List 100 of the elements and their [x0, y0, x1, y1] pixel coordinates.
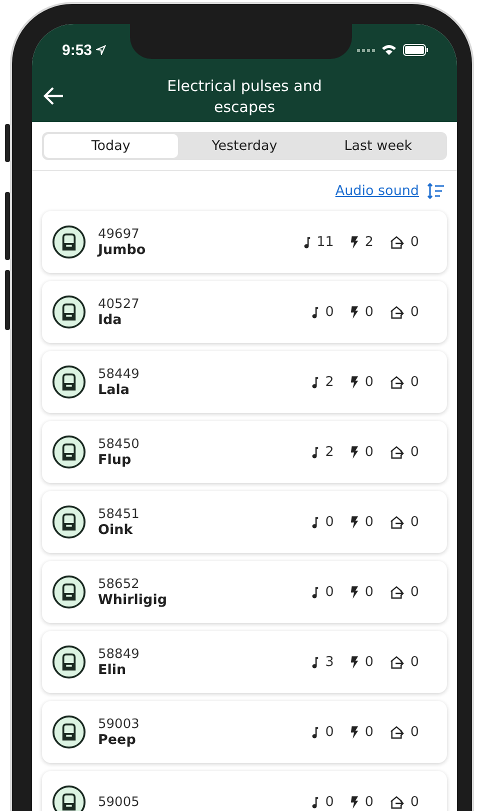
- escape-count: 0: [410, 724, 419, 740]
- pulse-count: 0: [364, 444, 374, 460]
- signal-icon: [357, 48, 375, 52]
- escape-count: 0: [410, 304, 419, 320]
- music-note-icon: [310, 446, 320, 458]
- music-note-icon: [310, 376, 320, 388]
- music-note-icon: [310, 726, 320, 738]
- sort-link[interactable]: Audio sound: [335, 183, 419, 199]
- lightning-bolt-icon: [350, 306, 359, 318]
- escape-count: 0: [410, 514, 419, 530]
- animal-card[interactable]: 58849 Elin 3 0 0: [42, 631, 447, 693]
- animal-name: Flup: [98, 452, 132, 468]
- collar-icon: [52, 785, 86, 811]
- house-arrow-icon: [389, 796, 404, 808]
- escape-count: 0: [410, 374, 419, 390]
- pulse-count: 0: [364, 654, 374, 670]
- house-arrow-icon: [389, 516, 404, 528]
- sound-count: 3: [325, 654, 334, 670]
- house-arrow-icon: [389, 726, 404, 738]
- animal-card[interactable]: 58450 Flup 2 0 0: [42, 421, 447, 483]
- house-arrow-icon: [389, 446, 404, 458]
- animal-card[interactable]: 59003 Peep 0 0 0: [42, 701, 447, 763]
- music-note-icon: [310, 306, 320, 318]
- animal-id: 58849: [98, 646, 140, 662]
- animal-name: Peep: [98, 732, 137, 748]
- sound-count: 0: [325, 724, 334, 740]
- collar-icon: [52, 715, 86, 749]
- animal-card[interactable]: 58652 Whirligig 0 0 0: [42, 561, 447, 623]
- animal-id: 58449: [98, 366, 140, 382]
- pulse-count: 0: [364, 304, 374, 320]
- house-arrow-icon: [389, 656, 404, 668]
- animal-name: Jumbo: [98, 242, 146, 258]
- collar-icon: [52, 295, 86, 329]
- animal-id: 58451: [98, 506, 140, 522]
- period-tab[interactable]: Last week: [311, 134, 446, 158]
- lightning-bolt-icon: [350, 446, 359, 458]
- sound-count: 2: [325, 374, 334, 390]
- location-arrow-icon: [96, 45, 106, 55]
- animal-id: 58652: [98, 576, 140, 592]
- animal-card[interactable]: 49697 Jumbo 11 2 0: [42, 211, 447, 273]
- music-note-icon: [310, 656, 320, 668]
- pulse-count: 0: [364, 514, 374, 530]
- animal-name: Ida: [98, 312, 123, 328]
- music-note-icon: [310, 586, 320, 598]
- collar-icon: [52, 505, 86, 539]
- collar-icon: [52, 435, 86, 469]
- animal-name: Elin: [98, 662, 128, 678]
- animal-name: Whirligig: [98, 592, 167, 608]
- pulse-count: 2: [364, 234, 374, 250]
- lightning-bolt-icon: [350, 236, 359, 248]
- house-arrow-icon: [389, 586, 404, 598]
- page-title: Electrical pulses and escapes: [166, 76, 323, 118]
- lightning-bolt-icon: [350, 516, 359, 528]
- animal-card[interactable]: 40527 Ida 0 0 0: [42, 281, 447, 343]
- wifi-icon: [381, 44, 397, 56]
- house-arrow-icon: [389, 306, 404, 318]
- sound-count: 0: [325, 304, 334, 320]
- animal-card[interactable]: 58449 Lala 2 0 0: [42, 351, 447, 413]
- lightning-bolt-icon: [350, 796, 359, 808]
- escape-count: 0: [410, 794, 419, 810]
- animal-id: 49697: [98, 226, 140, 242]
- animal-card[interactable]: 59005 0 0 0: [42, 771, 447, 811]
- battery-icon: [403, 44, 429, 56]
- sound-count: 0: [325, 584, 334, 600]
- music-note-icon: [310, 796, 320, 808]
- lightning-bolt-icon: [350, 726, 359, 738]
- lightning-bolt-icon: [350, 376, 359, 388]
- sound-count: 0: [325, 514, 334, 530]
- animal-id: 59003: [98, 716, 140, 732]
- lightning-bolt-icon: [350, 656, 359, 668]
- animal-id: 59005: [98, 794, 140, 810]
- sort-icon[interactable]: [427, 183, 445, 199]
- sound-count: 0: [325, 794, 334, 810]
- collar-icon: [52, 645, 86, 679]
- music-note-icon: [302, 236, 311, 248]
- pulse-count: 0: [364, 724, 374, 740]
- sound-count: 2: [325, 444, 334, 460]
- collar-icon: [52, 365, 86, 399]
- sound-count: 11: [316, 234, 334, 250]
- animal-name: Lala: [98, 382, 130, 398]
- escape-count: 0: [410, 584, 419, 600]
- animal-id: 40527: [98, 296, 140, 312]
- escape-count: 0: [410, 444, 419, 460]
- escape-count: 0: [410, 234, 419, 250]
- collar-icon: [52, 575, 86, 609]
- lightning-bolt-icon: [350, 586, 359, 598]
- animal-id: 58450: [98, 436, 140, 452]
- escape-count: 0: [410, 654, 419, 670]
- period-tab[interactable]: Today: [44, 134, 178, 158]
- status-time: 9:53: [62, 42, 92, 58]
- pulse-count: 0: [364, 374, 374, 390]
- music-note-icon: [310, 516, 320, 528]
- animal-card[interactable]: 58451 Oink 0 0 0: [42, 491, 447, 553]
- period-tab[interactable]: Yesterday: [178, 134, 312, 158]
- house-arrow-icon: [389, 236, 404, 248]
- pulse-count: 0: [364, 584, 374, 600]
- house-arrow-icon: [389, 376, 404, 388]
- collar-icon: [52, 225, 86, 259]
- pulse-count: 0: [364, 794, 374, 810]
- animal-name: Oink: [98, 522, 134, 538]
